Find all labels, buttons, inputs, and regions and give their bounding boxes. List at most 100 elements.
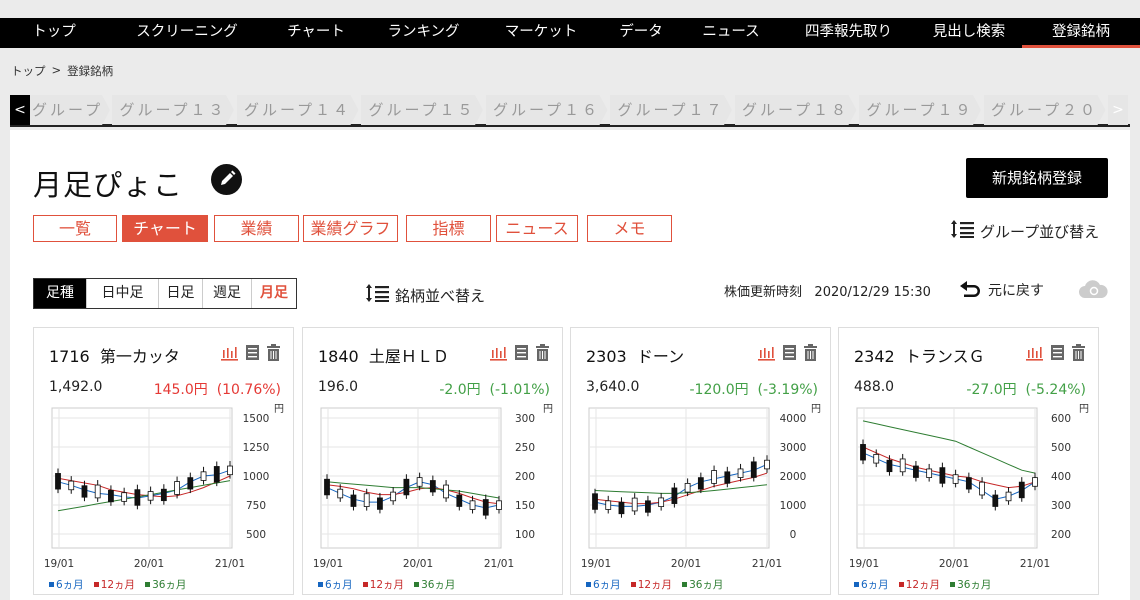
tab-prev-arrow-icon[interactable]: < <box>10 95 30 125</box>
period-option-1[interactable]: 日中足 <box>86 279 158 308</box>
trash-icon[interactable] <box>803 344 818 361</box>
subtab-1[interactable]: チャート <box>122 215 208 242</box>
nav-item-3[interactable]: ランキング <box>366 18 481 48</box>
new-stock-button[interactable]: 新規銘柄登録 <box>966 158 1108 198</box>
breadcrumb-current: 登録銘柄 <box>67 64 114 78</box>
nav-item-7[interactable]: 四季報先取り <box>781 18 916 48</box>
change-percent: (-1.01%) <box>489 382 550 398</box>
group-tab-8[interactable]: グループ２０ <box>984 95 1106 125</box>
candle-body <box>174 481 180 495</box>
candle-body <box>724 471 731 484</box>
chart-icon[interactable] <box>220 345 239 361</box>
stock-card[interactable]: 2303 ドーン 3,640.0 -120.0円 (-3.19%) 円 4000 3000… <box>570 327 831 595</box>
nav-item-9[interactable]: 登録銘柄 <box>1022 18 1140 48</box>
group-tab-6[interactable]: グループ１８ <box>735 95 857 125</box>
candle-body <box>496 500 502 510</box>
candle-body <box>913 465 919 478</box>
nav-item-2[interactable]: チャート <box>266 18 366 48</box>
group-tab-7[interactable]: グループ１９ <box>859 95 981 125</box>
subtab-0[interactable]: 一覧 <box>33 215 117 242</box>
edit-title-icon[interactable] <box>211 164 242 195</box>
subtab-4[interactable]: 指標 <box>406 215 491 242</box>
nav-item-1[interactable]: スクリーニング <box>108 18 266 48</box>
legend-label: 36ヵ月 <box>689 579 724 591</box>
trash-icon[interactable] <box>535 344 550 361</box>
memo-icon[interactable] <box>782 344 797 361</box>
chart-legend: 6ヵ月 12ヵ月 36ヵ月 <box>586 577 723 592</box>
memo-icon[interactable] <box>1050 344 1065 361</box>
unit-label: 円 <box>543 404 553 415</box>
subtab-2[interactable]: 業績 <box>214 215 299 242</box>
period-option-3[interactable]: 週足 <box>202 279 251 308</box>
stock-change: 145.0円 (10.76%) <box>154 379 281 399</box>
sort-icon <box>365 283 391 307</box>
nav-item-6[interactable]: ニュース <box>681 18 781 48</box>
cloud-sync-icon[interactable] <box>1077 279 1109 299</box>
nav-item-8[interactable]: 見出し検索 <box>916 18 1022 48</box>
trash-icon[interactable] <box>1071 344 1086 361</box>
y-tick-label: 300 <box>515 413 535 425</box>
group-tab-0[interactable]: グループ１２ <box>30 95 110 125</box>
memo-icon[interactable] <box>245 344 260 361</box>
candle-body <box>429 480 436 493</box>
nav-item-0[interactable]: トップ <box>0 18 108 48</box>
sort-group-button[interactable]: グループ並び替え <box>950 219 1099 243</box>
x-tick-label: 21/01 <box>1020 558 1050 570</box>
candle-body <box>1032 477 1038 487</box>
subtab-5[interactable]: ニュース <box>496 215 578 242</box>
nav-item-5[interactable]: データ <box>601 18 681 48</box>
memo-icon[interactable] <box>514 344 529 361</box>
legend-item-0: 6ヵ月 <box>586 577 621 592</box>
page-title: 月足ぴょこ <box>33 168 184 202</box>
candle-body <box>764 459 770 470</box>
subtab-3[interactable]: 業績グラフ <box>303 215 398 242</box>
x-tick-label: 21/01 <box>215 558 245 570</box>
stock-code-name[interactable]: 2303 ドーン <box>586 343 684 367</box>
group-tab-3[interactable]: グループ１５ <box>361 95 483 125</box>
subtab-6[interactable]: メモ <box>587 215 672 242</box>
group-tab-1[interactable]: グループ１３ <box>112 95 234 125</box>
stock-card[interactable]: 2342 トランスＧ 488.0 -27.0円 (-5.24%) 円 600 500 400… <box>838 327 1099 595</box>
stock-code: 1840 <box>318 347 359 366</box>
stock-code-name[interactable]: 1716 第一カッタ <box>49 343 180 367</box>
stock-price: 488.0 <box>854 379 895 395</box>
breadcrumb-home-link[interactable]: トップ <box>11 63 46 79</box>
stock-code-name[interactable]: 2342 トランスＧ <box>854 343 985 367</box>
chart-legend: 6ヵ月 12ヵ月 36ヵ月 <box>854 577 991 592</box>
chart-icon[interactable] <box>757 345 776 361</box>
group-tab-5[interactable]: グループ１７ <box>610 95 732 125</box>
stock-card[interactable]: 1840 土屋ＨＬＤ 196.0 -2.0円 (-1.01%) 円 300 250 200 1… <box>302 327 563 595</box>
candle-body <box>618 501 625 515</box>
y-tick-label: 400 <box>1051 471 1071 483</box>
period-option-2[interactable]: 日足 <box>158 279 202 308</box>
legend-item-1: 12ヵ月 <box>362 577 404 592</box>
chart-icon[interactable] <box>1025 345 1044 361</box>
candle-body <box>750 461 757 478</box>
group-tab-2[interactable]: グループ１４ <box>237 95 359 125</box>
stock-code-name[interactable]: 1840 土屋ＨＬＤ <box>318 343 449 367</box>
legend-swatch <box>586 582 591 587</box>
legend-label: 36ヵ月 <box>421 579 456 591</box>
nav-item-4[interactable]: マーケット <box>481 18 601 48</box>
chart-legend: 6ヵ月 12ヵ月 36ヵ月 <box>49 577 186 592</box>
legend-swatch <box>49 582 54 587</box>
trash-icon[interactable] <box>266 344 281 361</box>
group-tab-4[interactable]: グループ１６ <box>486 95 608 125</box>
y-tick-label: 4000 <box>780 413 807 425</box>
sort-stocks-button[interactable]: 銘柄並べ替え <box>365 283 485 307</box>
stock-card[interactable]: 1716 第一カッタ 1,492.0 145.0円 (10.76%) 円 1500 125… <box>33 327 294 595</box>
candle-body <box>147 491 154 501</box>
restore-button[interactable]: 元に戻す <box>958 279 1044 301</box>
change-percent: (-3.19%) <box>757 382 818 398</box>
candle-body <box>227 465 233 476</box>
candle-body <box>737 468 744 478</box>
candle-body <box>469 500 476 510</box>
legend-label: 6ヵ月 <box>861 579 889 591</box>
stock-name: 第一カッタ <box>99 347 180 366</box>
tab-next-arrow-icon[interactable]: > <box>1108 95 1128 125</box>
period-option-4[interactable]: 月足 <box>251 279 296 308</box>
stock-name: トランスＧ <box>904 347 985 366</box>
chart-icon[interactable] <box>489 345 508 361</box>
